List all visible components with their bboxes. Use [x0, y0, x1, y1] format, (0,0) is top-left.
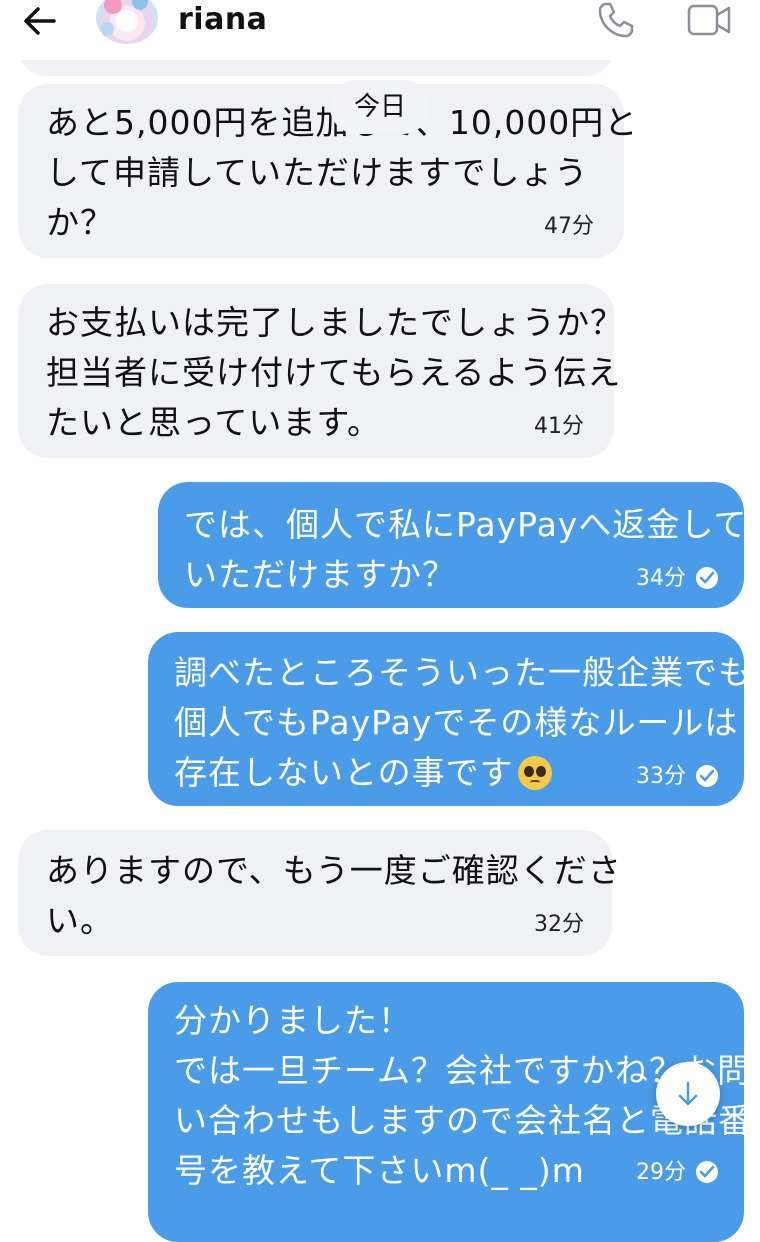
message-time-text: 29分: [636, 1160, 686, 1185]
message-bubble-incoming[interactable]: お支払いは完了しましたでしょうか？ 担当者に受け付けてもらえるよう伝え たいと思…: [18, 284, 624, 458]
message-text-line: あと5,000円を追加して、10,000円と: [46, 98, 637, 148]
message-time-text: 33分: [636, 764, 686, 789]
date-divider: 今日: [330, 80, 430, 134]
message-text-line: い合わせもしますので会社名と電話番: [174, 1101, 752, 1140]
message-timestamp: 34分: [636, 566, 718, 592]
message-time-text: 34分: [636, 566, 686, 591]
message-text-line: い。: [46, 901, 114, 940]
message-text-line: お支払いは完了しましたでしょうか？: [46, 303, 624, 342]
message-text-line: 個人でもPayPayでその様なルールは: [174, 703, 739, 742]
message-text-line: たいと思っています。: [46, 403, 382, 442]
message-bubble-outgoing[interactable]: 分かりました！ では一旦チーム？会社ですかね？お問 い合わせもしますので会社名と…: [148, 982, 752, 1242]
phone-icon[interactable]: [596, 0, 636, 44]
video-call-icon[interactable]: [686, 0, 732, 44]
pleading-face-icon: [517, 756, 552, 790]
message-timestamp: 33分: [636, 764, 718, 790]
message-text-line: では一旦チーム？会社ですかね？お問: [174, 1051, 752, 1090]
contact-name[interactable]: riana: [178, 2, 267, 37]
avatar[interactable]: [96, 0, 158, 44]
message-text-line: か？: [46, 203, 114, 242]
back-arrow-icon[interactable]: [20, 4, 60, 38]
message-timestamp: 29分: [636, 1160, 718, 1186]
message-text-line: 分かりました！: [174, 1001, 412, 1040]
message-text-line: ありますので、もう一度ご確認くださ: [46, 851, 622, 890]
arrow-down-icon: [678, 1081, 698, 1106]
message-text: 存在しないとの事です: [174, 753, 514, 792]
message-text-line: 担当者に受け付けてもらえるよう伝え: [46, 353, 622, 392]
message-bubble-outgoing[interactable]: 調べたところそういった一般企業でも 個人でもPayPayでその様なルールは 存在…: [148, 632, 752, 806]
chat-header: riana: [0, 0, 760, 60]
message-bubble-outgoing[interactable]: では、個人で私にPayPayへ返金して いただけますか？ 34分: [158, 482, 748, 608]
scroll-to-bottom-button[interactable]: [656, 1062, 720, 1126]
message-text-line: して申請していただけますでしょう: [46, 153, 589, 192]
message-text-line: 調べたところそういった一般企業でも: [174, 653, 752, 692]
message-bubble-incoming[interactable]: ありますので、もう一度ご確認くださ い。 32分: [18, 830, 622, 956]
message-timestamp: 41分: [534, 414, 584, 439]
read-check-icon: [696, 567, 718, 589]
message-timestamp: 32分: [534, 912, 584, 937]
message-timestamp: 47分: [544, 214, 594, 239]
read-check-icon: [696, 765, 718, 787]
read-check-icon: [696, 1161, 718, 1183]
message-text-line: では、個人で私にPayPayへ返金して: [184, 505, 748, 544]
message-bubble-incoming[interactable]: あと5,000円を追加して、10,000円と して申請していただけますでしょう …: [18, 84, 637, 258]
